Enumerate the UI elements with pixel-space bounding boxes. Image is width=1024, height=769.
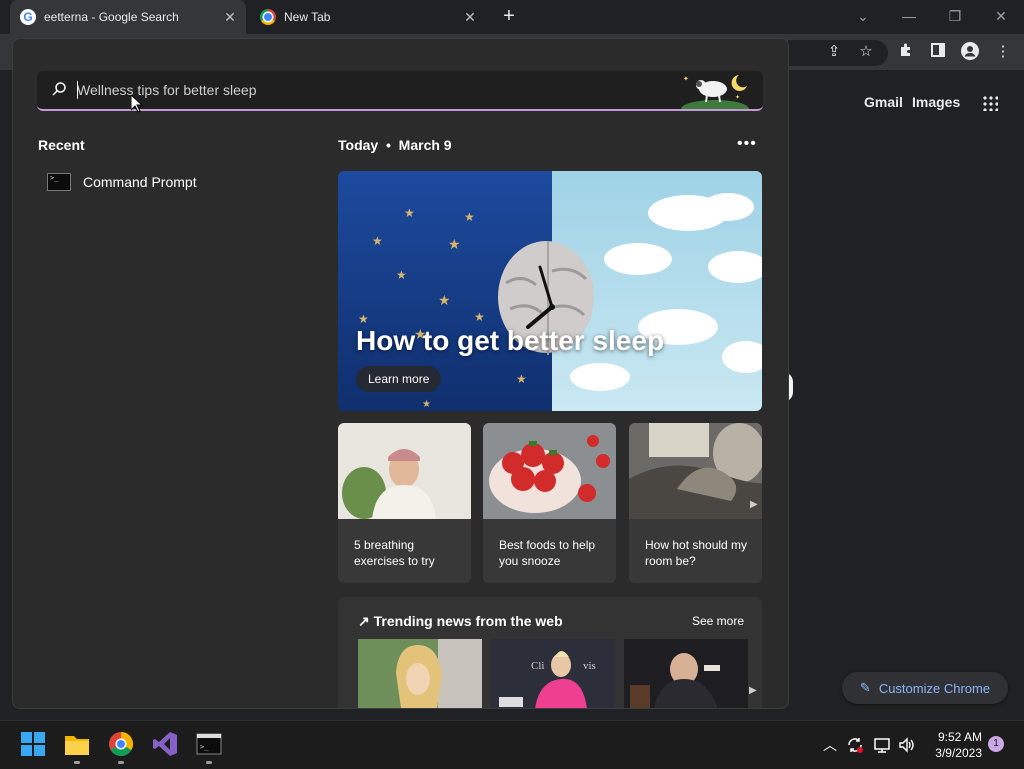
see-more-link[interactable]: See more	[692, 614, 744, 628]
close-icon[interactable]: ✕	[222, 9, 238, 25]
card-text: How hot should my room be?	[645, 538, 748, 568]
window-controls: ⌄ — ❐ ✕	[840, 0, 1024, 34]
bookmark-star-icon[interactable]: ☆	[856, 42, 876, 62]
learn-more-button[interactable]: Learn more	[356, 366, 442, 392]
profile-avatar-icon[interactable]	[960, 42, 980, 62]
svg-text:★: ★	[464, 210, 475, 224]
close-icon[interactable]: ✕	[462, 9, 478, 25]
more-options-icon[interactable]: •••	[737, 135, 757, 153]
command-prompt-icon	[47, 173, 71, 191]
chrome-icon[interactable]	[108, 731, 134, 757]
hero-title: How to get better sleep	[356, 325, 665, 356]
trending-title: Trending news from the web	[373, 613, 563, 629]
images-link[interactable]: Images	[912, 94, 960, 110]
volume-icon[interactable]	[898, 736, 916, 754]
visual-studio-icon[interactable]	[152, 731, 178, 757]
notification-badge[interactable]: 1	[988, 736, 1004, 752]
card-text: Best foods to help you snooze	[499, 538, 596, 568]
more-menu-icon[interactable]: ⋮	[993, 42, 1013, 62]
svg-text:★: ★	[372, 234, 383, 248]
svg-text:✦: ✦	[683, 75, 689, 83]
today-date: March 9	[398, 137, 452, 153]
tab-new-tab[interactable]: New Tab ✕	[250, 0, 486, 34]
gmail-link[interactable]: Gmail	[864, 94, 903, 110]
recent-item-label: Command Prompt	[83, 174, 197, 190]
restore-button[interactable]: ❐	[932, 0, 978, 34]
hero-card[interactable]: ★ ★ ★ ★ ★ ★ ★ ★ ★ ★ ★ How to get better …	[338, 171, 762, 411]
window-close-button[interactable]: ✕	[978, 0, 1024, 34]
tab-search-chevron-icon[interactable]: ⌄	[840, 0, 886, 34]
card-text: 5 breathing exercises to try	[354, 538, 435, 568]
svg-text:★: ★	[396, 268, 407, 282]
network-icon[interactable]	[873, 736, 891, 754]
svg-text:vis: vis	[583, 660, 596, 672]
article-card-breathing[interactable]: 5 breathing exercises to try	[338, 423, 471, 583]
svg-text:Cli: Cli	[531, 660, 544, 672]
windows-search-flyout: ✦ ✦ Recent Command Prompt Today • March …	[12, 38, 789, 709]
tab-strip: G eetterna - Google Search ✕ New Tab ✕ +…	[0, 0, 1024, 34]
running-indicator	[206, 761, 212, 764]
recent-item-command-prompt[interactable]: Command Prompt	[47, 173, 197, 191]
carousel-next-icon[interactable]: ▶	[750, 499, 758, 510]
tab-title: New Tab	[284, 10, 331, 24]
tab-title: eetterna - Google Search	[44, 10, 179, 24]
sheep-moon-illustration: ✦ ✦	[681, 75, 749, 109]
chrome-icon	[260, 9, 276, 25]
customize-chrome-button[interactable]: ✎ Customize Chrome	[842, 672, 1008, 704]
running-indicator	[118, 761, 124, 764]
share-icon[interactable]: ⇪	[824, 42, 844, 62]
article-card-room-temp[interactable]: How hot should my room be?	[629, 423, 762, 583]
clock-time: 9:52 AM	[937, 730, 982, 744]
tab-google-search[interactable]: G eetterna - Google Search ✕	[10, 0, 246, 34]
today-label: Today	[338, 137, 379, 153]
customize-label: Customize Chrome	[878, 680, 991, 696]
recent-heading: Recent	[38, 137, 85, 153]
card-image-breathing	[338, 423, 471, 519]
side-panel-icon[interactable]	[928, 42, 948, 62]
file-explorer-icon[interactable]	[64, 731, 90, 757]
mouse-cursor-icon	[131, 95, 143, 113]
trending-thumb-1[interactable]	[358, 639, 482, 709]
minimize-button[interactable]: —	[886, 0, 932, 34]
pencil-icon: ✎	[859, 680, 871, 695]
card-image-strawberries	[483, 423, 616, 519]
start-icon[interactable]	[20, 731, 46, 757]
svg-text:★: ★	[422, 399, 431, 410]
svg-text:★: ★	[516, 372, 527, 386]
trending-heading: ↗ Trending news from the web	[358, 613, 563, 630]
svg-text:★: ★	[404, 206, 415, 220]
new-tab-button[interactable]: +	[498, 6, 520, 28]
svg-text:★: ★	[448, 236, 461, 252]
svg-text:★: ★	[438, 292, 451, 308]
clock-date: 3/9/2023	[935, 746, 982, 760]
svg-text:>_: >_	[200, 743, 209, 751]
running-indicator	[74, 761, 80, 764]
svg-text:✦: ✦	[735, 94, 740, 101]
bullet-separator: •	[382, 137, 395, 153]
trending-arrow-icon: ↗	[358, 613, 370, 629]
search-icon	[52, 82, 66, 96]
card-image-bed	[629, 423, 762, 519]
svg-text:★: ★	[358, 312, 369, 326]
terminal-icon[interactable]: >_	[196, 731, 222, 757]
taskbar: >_ ︿ 9:52 AM 3/9/2023 1	[0, 720, 1024, 769]
search-input[interactable]	[77, 71, 637, 109]
extensions-puzzle-icon[interactable]	[896, 42, 916, 62]
search-box[interactable]: ✦ ✦	[37, 71, 763, 111]
clock[interactable]: 9:52 AM 3/9/2023	[928, 729, 982, 761]
trending-thumb-2[interactable]: Cli vis	[491, 639, 615, 709]
google-icon: G	[20, 9, 36, 25]
show-hidden-icons-chevron-icon[interactable]: ︿	[823, 735, 837, 755]
trending-section: ↗ Trending news from the web See more Cl…	[338, 597, 762, 709]
today-header: Today • March 9	[338, 137, 452, 153]
text-caret	[77, 81, 78, 99]
google-apps-icon[interactable]	[982, 95, 998, 111]
sync-icon[interactable]	[846, 736, 864, 754]
trending-next-icon[interactable]: ▶	[749, 685, 757, 696]
trending-thumb-3[interactable]	[624, 639, 748, 709]
svg-text:★: ★	[474, 310, 485, 324]
article-card-foods[interactable]: Best foods to help you snooze	[483, 423, 616, 583]
